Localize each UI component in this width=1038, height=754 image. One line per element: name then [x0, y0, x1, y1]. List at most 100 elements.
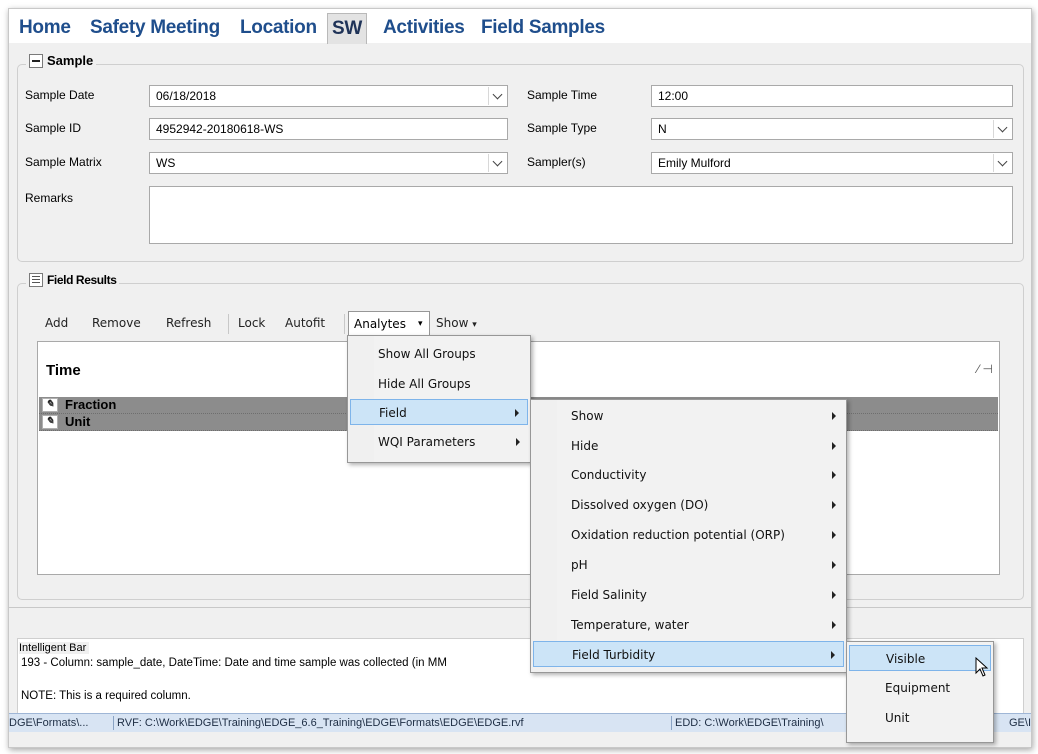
menu-item-unit[interactable]: Unit [849, 705, 991, 731]
toolbar-divider [228, 314, 229, 334]
menu-item-label: Conductivity [571, 468, 647, 482]
menu-item-label: pH [571, 558, 588, 572]
menu-item-orp[interactable]: Oxidation reduction potential (ORP) [533, 522, 844, 548]
status-segment: DGE\Formats\... [9, 717, 89, 729]
tab-field-samples[interactable]: Field Samples [481, 15, 605, 41]
chevron-down-icon[interactable] [488, 154, 506, 172]
chevron-right-icon [832, 412, 836, 420]
chevron-right-icon [516, 438, 520, 446]
samplers-label: Sampler(s) [527, 155, 586, 169]
sample-matrix-label: Sample Matrix [25, 155, 102, 169]
menu-item-label: Visible [886, 652, 926, 666]
chevron-right-icon [832, 531, 836, 539]
menu-item-visible[interactable]: Visible [849, 645, 991, 671]
sample-date-label: Sample Date [25, 88, 95, 102]
chevron-down-icon[interactable] [488, 87, 506, 105]
analytes-button[interactable]: Analytes ▾ [348, 311, 430, 336]
sample-id-value: 4952942-20180618-WS [156, 122, 284, 136]
menu-item-temperature-water[interactable]: Temperature, water [533, 612, 844, 638]
samplers-value: Emily Mulford [658, 156, 731, 170]
sample-group-title: Sample [47, 53, 94, 68]
menu-item-label: Temperature, water [571, 618, 689, 632]
tab-sw[interactable]: SW [327, 13, 368, 44]
menu-item-show[interactable]: Show [533, 403, 844, 429]
sample-type-field[interactable]: N [651, 118, 1013, 140]
sample-time-value: 12:00 [658, 89, 689, 103]
analytes-label: Analytes [354, 317, 406, 331]
chevron-right-icon [831, 651, 835, 659]
tab-home[interactable]: Home [19, 15, 71, 41]
mouse-cursor-icon [975, 657, 989, 677]
menu-item-show-all-groups[interactable]: Show All Groups [350, 341, 528, 367]
divider [9, 607, 1031, 608]
tab-activities[interactable]: Activities [383, 15, 465, 41]
menu-item-label: Show [571, 409, 604, 423]
remarks-field[interactable] [149, 186, 1013, 244]
refresh-button[interactable]: Refresh [166, 316, 211, 330]
menu-item-field-turbidity[interactable]: Field Turbidity [533, 641, 844, 667]
menu-item-label: Field [379, 406, 407, 420]
menu-item-field-salinity[interactable]: Field Salinity [533, 582, 844, 608]
status-divider [671, 716, 672, 730]
menu-item-wqi-parameters[interactable]: WQI Parameters [350, 429, 528, 455]
menu-item-hide[interactable]: Hide [533, 433, 844, 459]
menu-item-label: Field Salinity [571, 588, 647, 602]
remove-button[interactable]: Remove [92, 316, 141, 330]
menu-item-conductivity[interactable]: Conductivity [533, 462, 844, 488]
chevron-right-icon [832, 591, 836, 599]
menu-item-label: WQI Parameters [378, 435, 476, 449]
menu-item-dissolved-oxygen[interactable]: Dissolved oxygen (DO) [533, 492, 844, 518]
show-button[interactable]: Show ▾ [436, 316, 477, 330]
chevron-down-icon[interactable] [993, 154, 1011, 172]
menu-item-label: Field Turbidity [572, 648, 656, 662]
status-divider [113, 716, 114, 730]
sample-id-label: Sample ID [25, 121, 82, 135]
chevron-right-icon [832, 621, 836, 629]
sample-matrix-value: WS [156, 156, 176, 170]
chevron-down-icon[interactable] [993, 120, 1011, 138]
pencil-icon: ✎ [42, 415, 58, 429]
menu-item-label: Hide All Groups [378, 377, 471, 391]
chevron-right-icon [832, 501, 836, 509]
tab-location[interactable]: Location [240, 15, 317, 41]
analytes-menu: Show All Groups Hide All Groups Field WQ… [347, 335, 531, 463]
collapse-icon[interactable] [29, 53, 43, 68]
grid-header-time: Time [46, 362, 81, 379]
chevron-right-icon [515, 409, 519, 417]
samplers-field[interactable]: Emily Mulford [651, 152, 1013, 174]
tab-bar: Home Safety Meeting Location SW Activiti… [9, 9, 1031, 44]
sample-group-header: Sample [26, 53, 97, 68]
field-results-header: Field Results [26, 273, 120, 287]
show-label: Show [436, 316, 469, 330]
menu-item-label: Equipment [885, 681, 951, 695]
sample-type-label: Sample Type [527, 121, 597, 135]
row-label-fraction: Fraction [65, 397, 117, 412]
field-submenu: Show Hide Conductivity Dissolved oxygen … [530, 399, 847, 673]
status-rvf: RVF: C:\Work\EDGE\Training\EDGE_6.6_Trai… [117, 717, 524, 729]
intelligent-bar-title: Intelligent Bar [19, 642, 90, 654]
intelligent-bar-message: 193 - Column: sample_date, DateTime: Dat… [21, 657, 447, 669]
menu-item-equipment[interactable]: Equipment [849, 675, 991, 701]
sample-time-field[interactable]: 12:00 [651, 85, 1013, 107]
sample-date-field[interactable]: 06/18/2018 [149, 85, 508, 107]
sample-matrix-field[interactable]: WS [149, 152, 508, 174]
lock-button[interactable]: Lock [238, 316, 265, 330]
intelligent-bar-note: NOTE: This is a required column. [21, 690, 191, 702]
sample-type-value: N [658, 122, 667, 136]
field-results-title: Field Results [47, 273, 117, 287]
sample-id-field[interactable]: 4952942-20180618-WS [149, 118, 508, 140]
grid-icon[interactable] [29, 273, 43, 287]
pin-icon[interactable]: ⁄ ⊣ [977, 362, 993, 376]
chevron-right-icon [832, 471, 836, 479]
menu-item-label: Dissolved oxygen (DO) [571, 498, 709, 512]
autofit-button[interactable]: Autofit [285, 316, 325, 330]
remarks-label: Remarks [25, 191, 74, 205]
menu-item-field[interactable]: Field [350, 399, 528, 425]
caret-down-icon: ▾ [418, 318, 423, 328]
tab-safety-meeting[interactable]: Safety Meeting [90, 15, 220, 41]
menu-item-hide-all-groups[interactable]: Hide All Groups [350, 371, 528, 397]
menu-item-ph[interactable]: pH [533, 552, 844, 578]
add-button[interactable]: Add [45, 316, 68, 330]
chevron-right-icon [832, 442, 836, 450]
sample-date-value: 06/18/2018 [156, 89, 217, 103]
